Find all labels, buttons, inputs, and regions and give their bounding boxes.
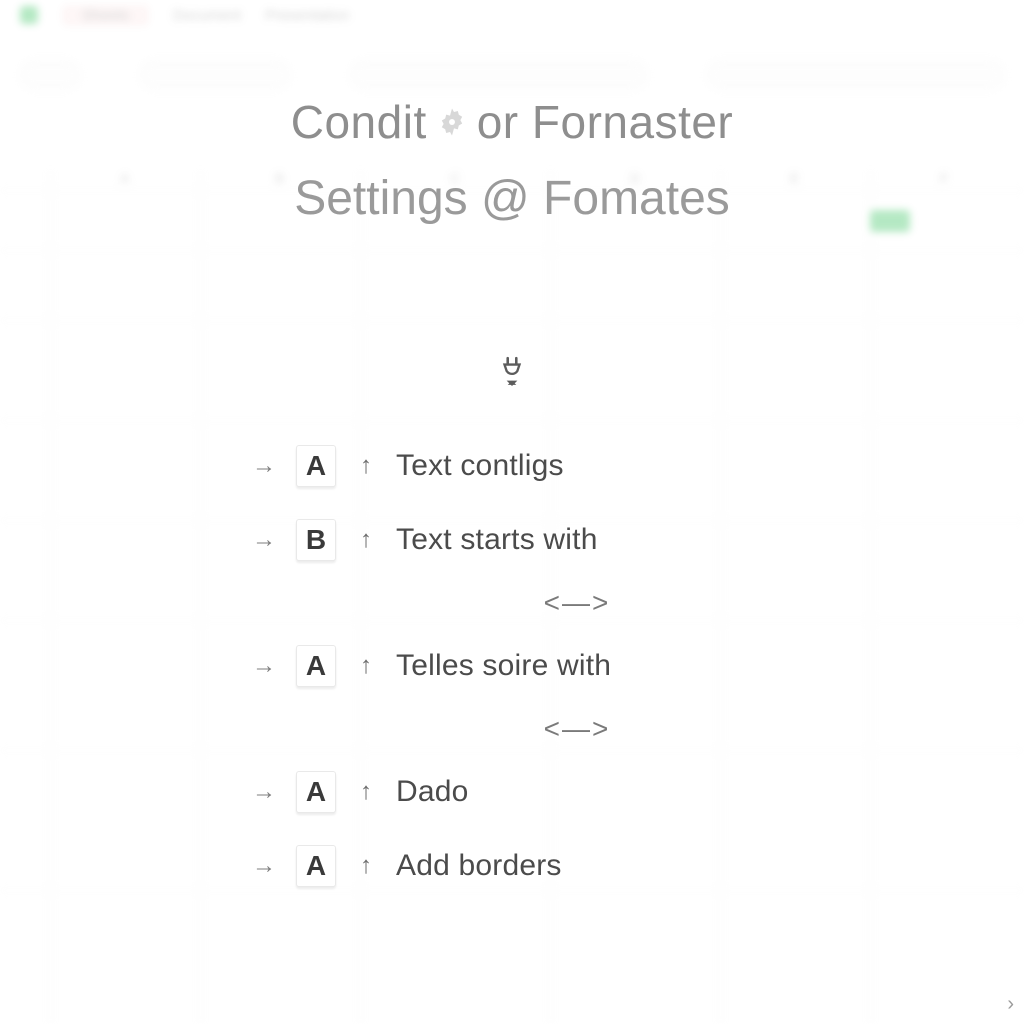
arrow-right-icon: → xyxy=(252,852,276,880)
rule-row[interactable]: → B ↑ Text starts with xyxy=(252,519,772,561)
separator: <—> xyxy=(252,713,772,745)
rule-label: Dado xyxy=(396,775,469,809)
arrow-right-icon: → xyxy=(252,778,276,806)
settings-overlay: Condit or Fornaster Settings @ Fomates xyxy=(0,0,1024,1024)
arrow-up-icon: ↑ xyxy=(356,852,376,880)
arrow-up-icon: ↑ xyxy=(356,526,376,554)
plug-down-icon xyxy=(499,356,525,393)
rule-badge: B xyxy=(296,519,336,561)
header-block: Condit or Fornaster Settings @ Fomates xyxy=(291,95,734,226)
separator: <—> xyxy=(252,587,772,619)
rule-label: Text starts with xyxy=(396,523,598,557)
rules-list: → A ↑ Text contligs → B ↑ Text starts wi… xyxy=(252,356,772,887)
title-suffix: or Fornaster xyxy=(477,95,734,149)
rule-badge: A xyxy=(296,771,336,813)
title-prefix: Condit xyxy=(291,95,427,149)
rule-row[interactable]: → A ↑ Text contligs xyxy=(252,445,772,487)
arrow-up-icon: ↑ xyxy=(356,652,376,680)
arrow-right-icon: → xyxy=(252,526,276,554)
rule-label: Add borders xyxy=(396,849,562,883)
rule-row[interactable]: → A ↑ Add borders xyxy=(252,845,772,887)
separator-glyph: <—> xyxy=(544,713,611,745)
rule-badge: A xyxy=(296,845,336,887)
top-icon-row xyxy=(252,356,772,393)
page-subtitle: Settings @ Fomates xyxy=(291,171,734,226)
rule-label: Text contligs xyxy=(396,449,564,483)
gear-icon xyxy=(429,105,475,139)
separator-glyph: <—> xyxy=(544,587,611,619)
rule-badge: A xyxy=(296,645,336,687)
arrow-right-icon: → xyxy=(252,452,276,480)
arrow-right-icon: → xyxy=(252,652,276,680)
arrow-up-icon: ↑ xyxy=(356,452,376,480)
page-title: Condit or Fornaster xyxy=(291,95,734,149)
arrow-up-icon: ↑ xyxy=(356,778,376,806)
rule-row[interactable]: → A ↑ Telles soire with xyxy=(252,645,772,687)
rule-badge: A xyxy=(296,445,336,487)
rule-row[interactable]: → A ↑ Dado xyxy=(252,771,772,813)
resize-corner-icon[interactable]: › xyxy=(1007,993,1014,1016)
rule-label: Telles soire with xyxy=(396,649,611,683)
